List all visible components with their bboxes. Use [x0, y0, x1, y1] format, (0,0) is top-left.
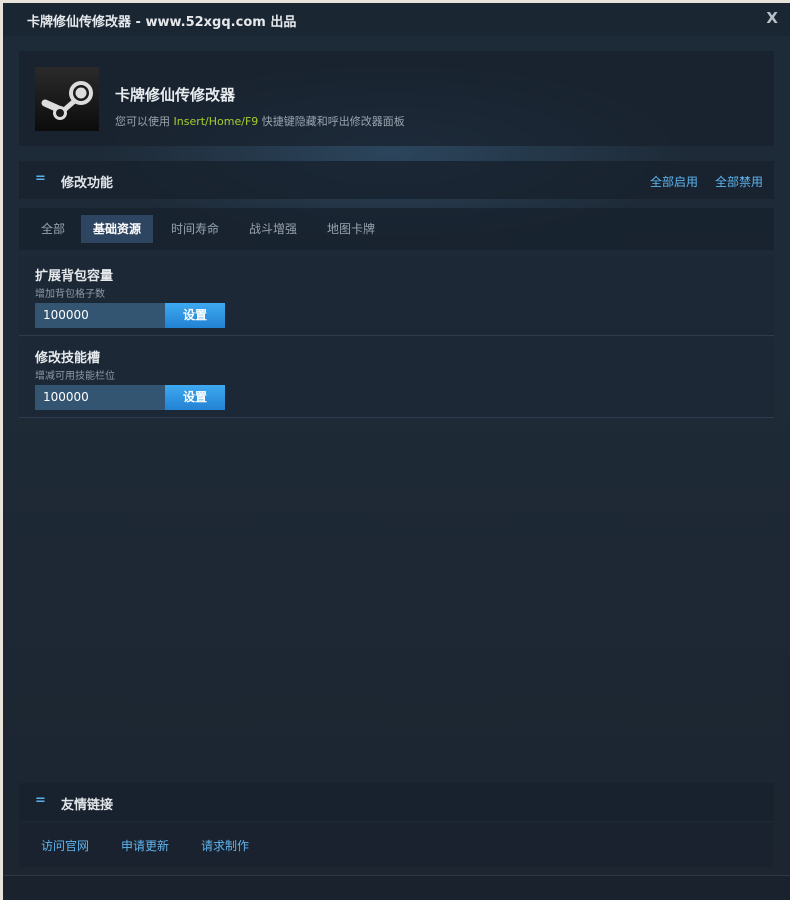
close-button[interactable]: X: [766, 9, 778, 27]
cheat-item-skill-slots: 修改技能槽 增减可用技能栏位 100000 设置: [19, 337, 774, 418]
item-title: 扩展背包容量: [35, 269, 114, 284]
request-trainer-link[interactable]: 请求制作: [201, 837, 249, 854]
links-section-bar: = 友情链接: [19, 783, 774, 821]
disable-all-link[interactable]: 全部禁用: [715, 173, 763, 190]
features-title: 修改功能: [61, 176, 114, 191]
hotkey-hint: 您可以使用 Insert/Home/F9 快捷键隐藏和呼出修改器面板: [115, 113, 405, 129]
features-section-bar: = 修改功能 全部启用 全部禁用: [19, 161, 774, 199]
bag-capacity-input[interactable]: 100000: [35, 303, 171, 328]
links-title: 友情链接: [61, 798, 114, 813]
app-name: 卡牌修仙传修改器: [115, 86, 236, 104]
cheat-item-bag-capacity: 扩展背包容量 增加背包格子数 100000 设置: [19, 255, 774, 336]
friend-links: 访问官网 申请更新 请求制作: [19, 823, 774, 867]
item-description: 增减可用技能栏位: [35, 371, 115, 382]
steam-logo-icon: [35, 67, 99, 131]
tab-combat-boost[interactable]: 战斗增强: [237, 215, 309, 243]
hotkey-text: Insert/Home/F9: [173, 115, 259, 128]
tab-map-cards[interactable]: 地图卡牌: [315, 215, 387, 243]
request-update-link[interactable]: 申请更新: [121, 837, 169, 854]
trainer-window: 卡牌修仙传修改器 - www.52xgq.com 出品 X 卡牌修仙传修改器 您…: [3, 3, 790, 900]
hint-suffix: 快捷键隐藏和呼出修改器面板: [258, 115, 405, 128]
item-description: 增加背包格子数: [35, 289, 105, 300]
title-bar[interactable]: 卡牌修仙传修改器 - www.52xgq.com 出品 X: [3, 3, 790, 36]
tab-basic-resources[interactable]: 基础资源: [81, 215, 154, 243]
links-marker-icon: =: [35, 793, 46, 808]
item-title: 修改技能槽: [35, 351, 101, 366]
features-marker-icon: =: [35, 171, 46, 186]
enable-all-link[interactable]: 全部启用: [650, 173, 698, 190]
window-title: 卡牌修仙传修改器 - www.52xgq.com 出品: [27, 15, 297, 30]
skill-slots-set-button[interactable]: 设置: [165, 385, 225, 410]
category-tabs: 全部 基础资源 时间寿命 战斗增强 地图卡牌: [19, 208, 774, 250]
visit-website-link[interactable]: 访问官网: [41, 837, 89, 854]
bag-capacity-set-button[interactable]: 设置: [165, 303, 225, 328]
hint-prefix: 您可以使用: [115, 115, 174, 128]
tab-all[interactable]: 全部: [29, 215, 77, 243]
tab-time-lifespan[interactable]: 时间寿命: [159, 215, 231, 243]
skill-slots-input[interactable]: 100000: [35, 385, 171, 410]
header-card: 卡牌修仙传修改器 您可以使用 Insert/Home/F9 快捷键隐藏和呼出修改…: [19, 51, 774, 146]
status-strip: [3, 875, 790, 900]
